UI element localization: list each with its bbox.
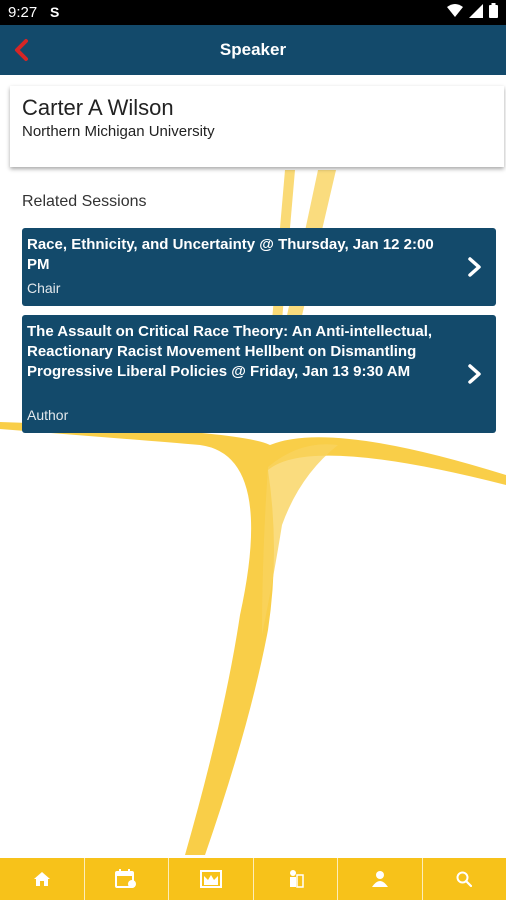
status-time: 9:27	[8, 4, 38, 21]
exhibit-icon	[199, 870, 222, 888]
wifi-icon	[447, 3, 463, 17]
calendar-icon	[115, 869, 137, 888]
search-icon	[456, 871, 473, 887]
speaker-name: Carter A Wilson	[22, 95, 174, 120]
nav-exhibits[interactable]	[169, 858, 254, 900]
app-bar: Speaker	[0, 25, 506, 75]
bottom-nav	[0, 858, 506, 900]
app-indicator-icon: S	[50, 4, 60, 20]
speaker-card: Carter A Wilson Northern Michigan Univer…	[10, 86, 504, 167]
session-role: Chair	[27, 280, 61, 296]
poster-icon	[290, 870, 304, 888]
session-title: The Assault on Critical Race Theory: An …	[27, 323, 433, 380]
signal-icon	[469, 3, 483, 18]
status-icons	[447, 3, 498, 18]
nav-home[interactable]	[0, 858, 85, 900]
speaker-affiliation: Northern Michigan University	[22, 123, 215, 140]
chevron-right-icon	[468, 364, 481, 384]
session-role: Author	[27, 407, 69, 423]
session-title: Race, Ethnicity, and Uncertainty @ Thurs…	[27, 236, 434, 273]
status-bar: 9:27 S	[0, 0, 506, 25]
page-title: Speaker	[219, 40, 287, 59]
related-sessions-heading: Related Sessions	[22, 193, 147, 210]
nav-speakers[interactable]	[338, 858, 423, 900]
chevron-right-icon	[468, 257, 481, 277]
battery-icon	[489, 3, 498, 18]
nav-search[interactable]	[423, 858, 506, 900]
session-item[interactable]: Race, Ethnicity, and Uncertainty @ Thurs…	[22, 228, 496, 306]
nav-posters[interactable]	[254, 858, 338, 900]
home-icon	[33, 872, 50, 886]
nav-schedule[interactable]	[85, 858, 169, 900]
session-item[interactable]: The Assault on Critical Race Theory: An …	[22, 315, 496, 433]
speaker-icon	[371, 871, 388, 887]
